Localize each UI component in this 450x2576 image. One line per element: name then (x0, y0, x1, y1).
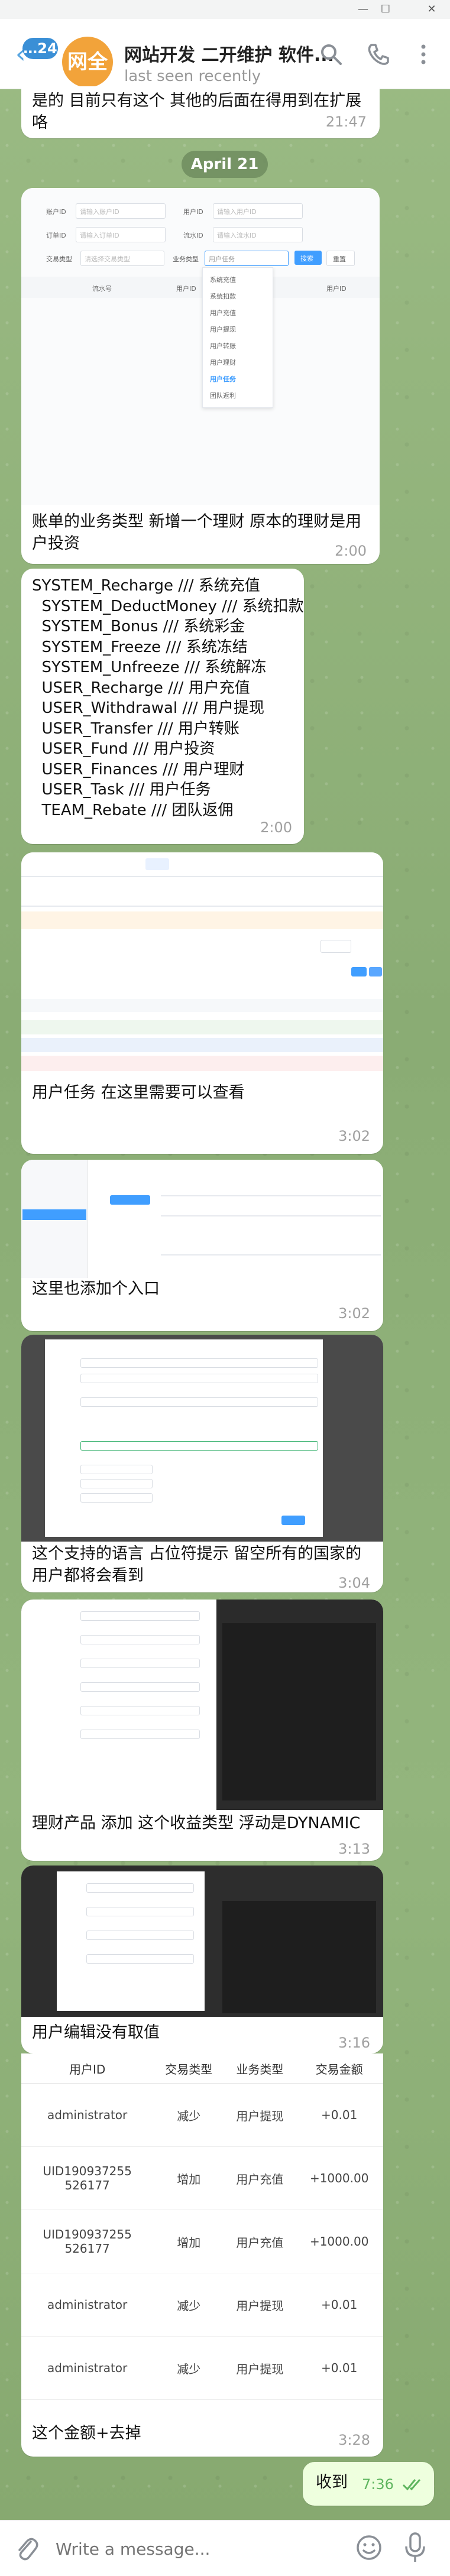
message-time: 3:13 (338, 1841, 370, 1857)
read-checkmarks-icon (402, 2479, 421, 2491)
message-text: 用户编辑没有取值 (32, 2023, 160, 2042)
transaction-table: 用户ID 交易类型 业务类型 交易金额 administrator 减少 用户提现 +… (21, 2053, 383, 2400)
message-bubble: 用户任务 在这里需要可以查看 3:02 (21, 852, 383, 1154)
microphone-icon[interactable] (403, 2531, 427, 2564)
unread-badge: …24 (22, 38, 58, 59)
message-composer (0, 2520, 450, 2576)
message-bubble: 理财产品 添加 这个收益类型 浮动是DYNAMIC 3:13 (21, 1600, 383, 1861)
message-text: SYSTEM_Recharge /// 系统充值 SYSTEM_DeductMo… (32, 577, 304, 819)
message-bubble: 用户编辑没有取值 3:16 (21, 1866, 383, 2053)
emoji-icon[interactable] (355, 2533, 383, 2562)
attached-screenshot[interactable] (21, 1600, 383, 1810)
table-row: administrator 减少 用户提现 +0.01 (21, 2083, 383, 2147)
message-bubble: 这个支持的语言 占位符提示 留空所有的国家的用户都将会看到 3:04 (21, 1335, 383, 1592)
message-time: 3:02 (338, 1305, 370, 1322)
business-type-dropdown[interactable]: 系统充值 系统扣款 用户充值 用户提现 用户转账 用户理财 用户任务 团队返利 (202, 267, 273, 408)
message-bubble: 是的 目前只有这个 其他的后面在得用到在扩展咯 21:47 (21, 86, 380, 138)
column-header: 业务类型 (224, 2053, 296, 2084)
column-header: 交易金额 (295, 2053, 383, 2084)
search-icon[interactable] (318, 41, 344, 67)
message-text: 收到 (316, 2473, 348, 2491)
date-separator: April 21 (182, 151, 268, 178)
message-input[interactable] (54, 2533, 341, 2564)
message-time: 21:47 (325, 113, 367, 130)
avatar[interactable]: 网全 (62, 37, 113, 87)
chat-header: ‹ …24 网全 网站开发 二开维护 软件... last seen recen… (0, 19, 450, 89)
message-time: 2:00 (335, 543, 367, 559)
chat-title[interactable]: 网站开发 二开维护 软件... (124, 40, 334, 66)
minimize-button[interactable]: — (356, 2, 370, 17)
phone-icon[interactable] (365, 41, 391, 67)
message-text: 这个支持的语言 占位符提示 留空所有的国家的用户都将会看到 (32, 1545, 362, 1585)
message-bubble: 用户ID 交易类型 业务类型 交易金额 administrator 减少 用户提现 +… (21, 2053, 383, 2457)
table-row: administrator 减少 用户提现 +0.01 (21, 2273, 383, 2337)
column-header: 用户ID (21, 2053, 154, 2084)
message-bubble: 这里也添加个入口 3:02 (21, 1160, 383, 1331)
more-options-icon[interactable] (410, 41, 436, 67)
attached-screenshot[interactable] (21, 1866, 383, 2017)
table-row: UID190937255 526177 增加 用户充值 +1000.00 (21, 2146, 383, 2210)
message-bubble: SYSTEM_Recharge /// 系统充值 SYSTEM_DeductMo… (21, 569, 304, 844)
message-time: 3:28 (338, 2432, 370, 2448)
message-text: 是的 目前只有这个 其他的后面在得用到在扩展咯 (32, 92, 362, 132)
attached-screenshot[interactable] (21, 852, 383, 1076)
attached-screenshot[interactable] (21, 1335, 383, 1542)
attached-screenshot[interactable]: 账户ID 请输入账户ID 用户ID 请输入用户ID 订单ID 请输入订单ID 流… (21, 188, 380, 505)
message-text: 这个金额+去掉 (32, 2424, 141, 2442)
message-time: 2:00 (260, 819, 292, 836)
column-header: 交易类型 (153, 2053, 225, 2084)
message-time: 3:16 (338, 2035, 370, 2051)
close-button[interactable]: ✕ (425, 2, 439, 17)
message-text: 账单的业务类型 新增一个理财 原本的理财是用户投资 (32, 512, 362, 553)
outgoing-message-bubble: 收到 7:36 (303, 2462, 434, 2506)
message-text: 理财产品 添加 这个收益类型 浮动是DYNAMIC (32, 1814, 361, 1832)
window-titlebar: — ☐ ✕ (0, 0, 450, 19)
message-text: 这里也添加个入口 (32, 1280, 160, 1298)
attached-screenshot[interactable] (21, 1160, 383, 1278)
message-time: 3:02 (338, 1128, 370, 1144)
message-bubble: 账户ID 请输入账户ID 用户ID 请输入用户ID 订单ID 请输入订单ID 流… (21, 188, 380, 564)
table-row: administrator 减少 用户提现 +0.01 (21, 2336, 383, 2400)
message-time: 3:04 (338, 1575, 370, 1591)
attach-paperclip-icon[interactable] (14, 2533, 39, 2563)
message-time: 7:36 (362, 2476, 394, 2493)
maximize-button[interactable]: ☐ (378, 2, 393, 17)
chat-status: last seen recently (124, 67, 261, 85)
table-row: UID190937255 526177 增加 用户充值 +1000.00 (21, 2210, 383, 2273)
message-text: 用户任务 在这里需要可以查看 (32, 1083, 245, 1102)
